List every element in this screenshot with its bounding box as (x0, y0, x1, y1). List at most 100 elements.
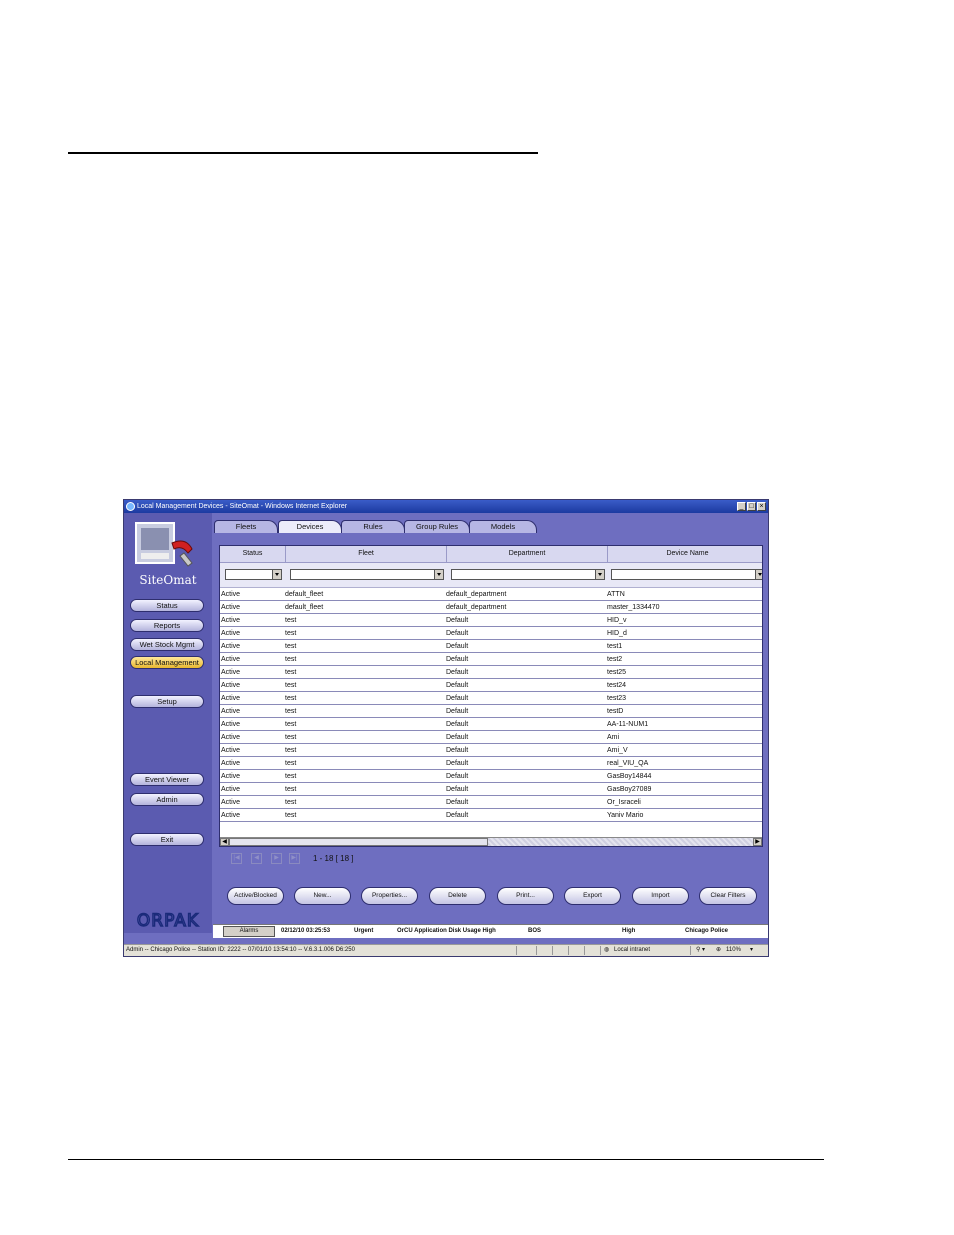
cell-status: Active (221, 695, 241, 702)
tab-rules[interactable]: Rules (341, 520, 405, 533)
bottom-rule (68, 1159, 824, 1160)
table-row[interactable]: Active test Default Or_Israceli (220, 796, 762, 809)
alarms-button[interactable]: Alarms (223, 926, 275, 937)
table-row[interactable]: Active test Default test1 (220, 640, 762, 653)
scroll-left-icon[interactable]: ◀ (220, 838, 229, 846)
tab-models[interactable]: Models (469, 520, 537, 533)
table-row[interactable]: Active test Default Ami (220, 731, 762, 744)
cell-department: Default (446, 617, 469, 624)
table-row[interactable]: Active test Default GasBoy14844 (220, 770, 762, 783)
properties-button[interactable]: Properties... (361, 887, 418, 905)
scroll-right-icon[interactable]: ▶ (753, 838, 762, 846)
tab-fleets[interactable]: Fleets (214, 520, 278, 533)
table-row[interactable]: Active test Default Ami_V (220, 744, 762, 757)
active-blocked-button[interactable]: Active/Blocked (227, 887, 284, 905)
column-header-device-name[interactable]: Device Name (608, 546, 762, 562)
browser-status-bar: Admin -- Chicago Police -- Station ID: 2… (124, 944, 768, 956)
new-button[interactable]: New... (294, 887, 351, 905)
cell-status: Active (221, 747, 241, 754)
wet-stock-mgmt-button[interactable]: Wet Stock Mgmt (130, 638, 204, 651)
table-row[interactable]: Active test Default GasBoy27089 (220, 783, 762, 796)
cell-status: Active (221, 591, 241, 598)
pager: |◀ ◀ ▶ ▶| 1 - 18 [ 18 ] (225, 853, 425, 865)
brand-text: ORPAK (137, 911, 199, 929)
zoom-dropdown-icon[interactable]: ▾ (750, 945, 753, 956)
cell-device-name: test2 (607, 656, 623, 663)
cell-status: Active (221, 617, 241, 624)
column-header-fleet[interactable]: Fleet (286, 546, 447, 562)
window-title: Local Management Devices - SiteOmat - Wi… (137, 503, 348, 510)
device-name-filter-select[interactable] (611, 569, 762, 580)
cell-fleet: test (285, 786, 297, 793)
table-row[interactable]: Active test Default HID_v (220, 614, 762, 627)
maximize-button[interactable]: □ (747, 502, 756, 511)
protected-mode-icon[interactable]: ⚲ ▾ (696, 945, 705, 956)
cell-department: Default (446, 669, 469, 676)
status-text: Admin -- Chicago Police -- Station ID: 2… (126, 947, 355, 953)
table-row[interactable]: Active test Default Yaniv Mario (220, 809, 762, 822)
delete-button[interactable]: Delete (429, 887, 486, 905)
close-button[interactable]: × (757, 502, 766, 511)
page-info: 1 - 18 [ 18 ] (313, 854, 354, 863)
cell-fleet: default_fleet (285, 591, 324, 598)
table-row[interactable]: Active default_fleet default_department mas… (220, 601, 762, 614)
table-row[interactable]: Active test Default test23 (220, 692, 762, 705)
cell-device-name: AA-11-NUM1 (607, 721, 649, 728)
cell-department: Default (446, 799, 469, 806)
cell-department: Default (446, 760, 469, 767)
clear-filters-button[interactable]: Clear Filters (699, 887, 757, 905)
table-row[interactable]: Active test Default real_VIU_QA (220, 757, 762, 770)
title-bar: Local Management Devices - SiteOmat - Wi… (124, 500, 768, 513)
column-header-department[interactable]: Department (447, 546, 608, 562)
cell-department: Default (446, 656, 469, 663)
table-row[interactable]: Active test Default AA-11-NUM1 (220, 718, 762, 731)
previous-page-icon[interactable]: ◀ (251, 853, 262, 864)
cell-device-name: test24 (607, 682, 627, 689)
department-filter-select[interactable] (451, 569, 605, 580)
minimize-button[interactable]: _ (737, 502, 746, 511)
cell-department: Default (446, 747, 469, 754)
table-row[interactable]: Active test Default test2 (220, 653, 762, 666)
table-row[interactable]: Active test Default test24 (220, 679, 762, 692)
tab-devices[interactable]: Devices (278, 520, 342, 533)
import-button[interactable]: Import (632, 887, 689, 905)
alarm-level: High (622, 928, 636, 934)
cell-fleet: test (285, 643, 297, 650)
cell-status: Active (221, 656, 241, 663)
horizontal-scrollbar[interactable]: ◀ ▶ (220, 837, 762, 846)
last-page-icon[interactable]: ▶| (289, 853, 300, 864)
alarm-bar: Alarms 02/12/10 03:25:53 Urgent OrCU App… (213, 924, 768, 938)
event-viewer-button[interactable]: Event Viewer (130, 773, 204, 786)
cell-fleet: test (285, 760, 297, 767)
table-row[interactable]: Active default_fleet default_department ATT… (220, 588, 762, 601)
cell-device-name: test23 (607, 695, 627, 702)
local-management-button[interactable]: Local Management (130, 656, 204, 669)
zoom-level[interactable]: 110% (726, 945, 741, 956)
column-header-status[interactable]: Status (220, 546, 286, 562)
cell-department: Default (446, 682, 469, 689)
cell-status: Active (221, 682, 241, 689)
cell-device-name: Ami_V (607, 747, 628, 754)
first-page-icon[interactable]: |◀ (231, 853, 242, 864)
scrollbar-thumb[interactable] (229, 838, 488, 846)
cell-status: Active (221, 721, 241, 728)
table-row[interactable]: Active test Default testD (220, 705, 762, 718)
admin-button[interactable]: Admin (130, 793, 204, 806)
table-row[interactable]: Active test Default test25 (220, 666, 762, 679)
table-row[interactable]: Active test Default HID_d (220, 627, 762, 640)
cell-status: Active (221, 799, 241, 806)
cell-department: Default (446, 643, 469, 650)
browser-window: Local Management Devices - SiteOmat - Wi… (123, 499, 769, 957)
tab-group-rules[interactable]: Group Rules (404, 520, 470, 533)
status-filter-select[interactable] (225, 569, 282, 580)
export-button[interactable]: Export (564, 887, 621, 905)
status-button[interactable]: Status (130, 599, 204, 612)
fleet-filter-select[interactable] (290, 569, 444, 580)
reports-button[interactable]: Reports (130, 619, 204, 632)
next-page-icon[interactable]: ▶ (271, 853, 282, 864)
cell-fleet: test (285, 669, 297, 676)
print-button[interactable]: Print... (497, 887, 554, 905)
setup-button[interactable]: Setup (130, 695, 204, 708)
exit-button[interactable]: Exit (130, 833, 204, 846)
orpak-brand-logo: ORPAK (136, 911, 199, 929)
